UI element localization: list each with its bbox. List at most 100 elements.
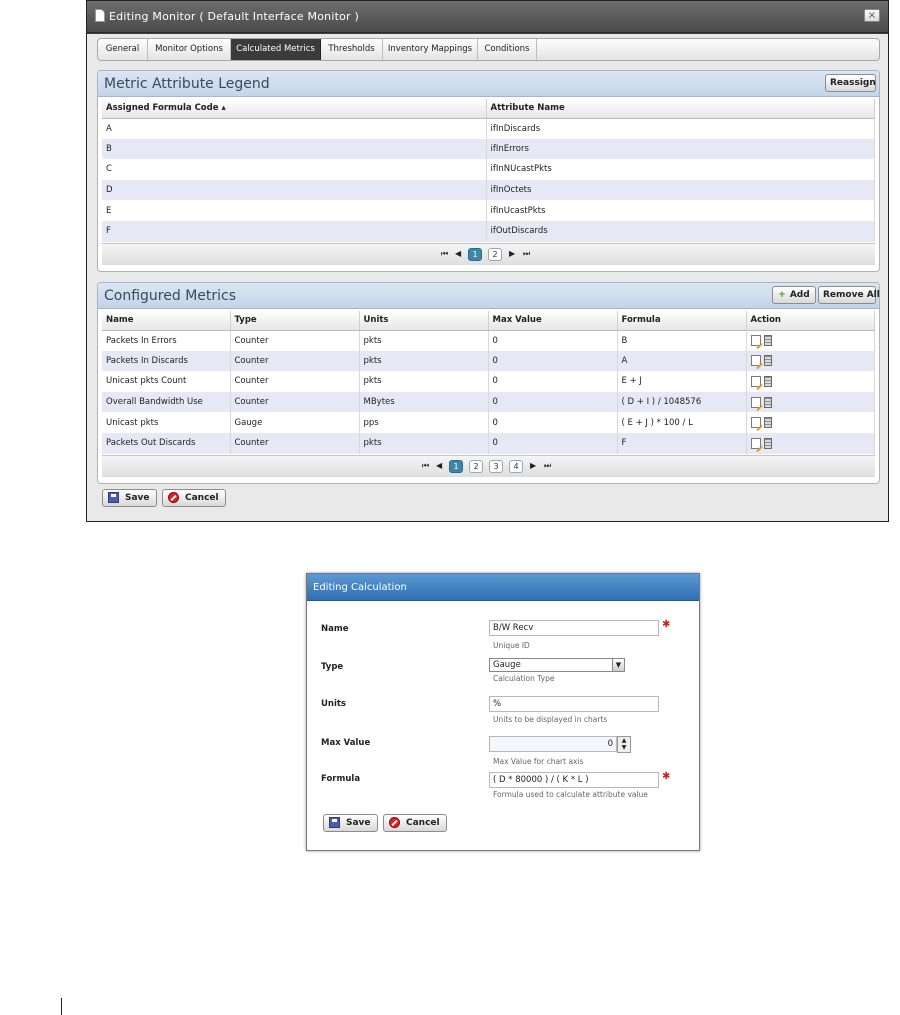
table-row[interactable]: Packets In Discards Counter pkts 0 A bbox=[102, 350, 875, 372]
column-header-formula-code[interactable]: Assigned Formula Code ▴ bbox=[102, 99, 487, 119]
remove-all-button[interactable]: Remove All bbox=[818, 286, 880, 304]
tab-bar: General Monitor Options Calculated Metri… bbox=[97, 38, 880, 61]
page-number[interactable]: 3 bbox=[489, 460, 503, 473]
page-number[interactable]: 2 bbox=[469, 460, 483, 473]
legend-pager: ⏮ ◀ 1 2 ▶ ⏭ bbox=[102, 243, 875, 265]
last-page-icon[interactable]: ⏭ bbox=[523, 249, 530, 259]
column-header-attribute-name[interactable]: Attribute Name bbox=[486, 99, 875, 119]
tab-thresholds[interactable]: Thresholds bbox=[321, 39, 383, 60]
column-header-formula[interactable]: Formula bbox=[617, 311, 747, 331]
page-number[interactable]: 1 bbox=[468, 248, 482, 261]
column-header-units[interactable]: Units bbox=[359, 311, 489, 331]
table-row[interactable]: Packets Out Discards Counter pkts 0 F bbox=[102, 432, 875, 454]
delete-icon[interactable] bbox=[763, 375, 772, 387]
table-row[interactable]: Unicast pkts Count Counter pkts 0 E + J bbox=[102, 371, 875, 392]
column-header-name[interactable]: Name bbox=[102, 311, 231, 331]
next-page-icon[interactable]: ▶ bbox=[509, 249, 515, 258]
page-number[interactable]: 2 bbox=[488, 248, 502, 261]
metric-attribute-legend-panel: Metric Attribute Legend Reassign Assigne… bbox=[97, 70, 880, 272]
metric-type: Gauge bbox=[230, 412, 360, 433]
formula-help: Formula used to calculate attribute valu… bbox=[493, 790, 648, 799]
close-icon[interactable]: × bbox=[864, 9, 880, 22]
edit-icon[interactable] bbox=[750, 355, 761, 367]
table-row[interactable]: Overall Bandwidth Use Counter MBytes 0 (… bbox=[102, 391, 875, 413]
delete-icon[interactable] bbox=[763, 396, 772, 408]
metrics-pager: ⏮ ◀ 1 2 3 4 ▶ ⏭ bbox=[102, 455, 875, 477]
table-row[interactable]: Unicast pkts Gauge pps 0 ( E + J ) * 100… bbox=[102, 412, 875, 433]
edit-icon[interactable] bbox=[750, 375, 761, 387]
edit-icon[interactable] bbox=[750, 437, 761, 449]
table-row[interactable]: BifInErrors bbox=[102, 138, 875, 160]
attribute-name: ifOutDiscards bbox=[486, 220, 875, 242]
cancel-button[interactable]: Cancel bbox=[383, 814, 447, 832]
metric-units: pkts bbox=[359, 371, 489, 392]
tab-conditions[interactable]: Conditions bbox=[478, 39, 537, 60]
table-row[interactable]: Packets In Errors Counter pkts 0 B bbox=[102, 330, 875, 351]
metric-formula: A bbox=[617, 350, 747, 372]
delete-icon[interactable] bbox=[763, 335, 772, 347]
window-titlebar[interactable]: Editing Monitor ( Default Interface Moni… bbox=[87, 1, 888, 33]
row-actions bbox=[746, 350, 875, 372]
table-row[interactable]: FifOutDiscards bbox=[102, 220, 875, 242]
first-page-icon[interactable]: ⏮ bbox=[422, 461, 429, 471]
formula-code: D bbox=[102, 179, 487, 201]
next-page-icon[interactable]: ▶ bbox=[530, 461, 536, 470]
last-page-icon[interactable]: ⏭ bbox=[544, 461, 551, 471]
attribute-name: ifInUcastPkts bbox=[486, 200, 875, 221]
delete-icon[interactable] bbox=[763, 355, 772, 367]
row-actions bbox=[746, 371, 875, 392]
tab-calculated-metrics[interactable]: Calculated Metrics bbox=[231, 39, 321, 60]
panel-header: Metric Attribute Legend Reassign bbox=[98, 71, 879, 97]
tab-monitor-options[interactable]: Monitor Options bbox=[148, 39, 231, 60]
row-actions bbox=[746, 432, 875, 454]
save-icon bbox=[108, 492, 119, 503]
metric-max-value: 0 bbox=[488, 371, 618, 392]
edit-icon[interactable] bbox=[750, 396, 761, 408]
edit-icon[interactable] bbox=[750, 417, 761, 429]
metric-max-value: 0 bbox=[488, 330, 618, 351]
edit-icon[interactable] bbox=[750, 335, 761, 347]
page-number[interactable]: 4 bbox=[509, 460, 523, 473]
page-margin-rule bbox=[61, 998, 62, 1015]
save-button[interactable]: Save bbox=[102, 489, 157, 507]
dialog-titlebar[interactable]: Editing Calculation bbox=[307, 574, 699, 601]
metric-max-value: 0 bbox=[488, 391, 618, 413]
metric-name: Packets In Discards bbox=[102, 350, 231, 372]
first-page-icon[interactable]: ⏮ bbox=[441, 249, 448, 259]
add-button[interactable]: + Add bbox=[772, 286, 816, 304]
chevron-down-icon[interactable]: ▼ bbox=[612, 659, 624, 671]
metric-name: Unicast pkts bbox=[102, 412, 231, 433]
name-field[interactable]: B/W Recv bbox=[489, 620, 659, 636]
tab-general[interactable]: General bbox=[98, 39, 148, 60]
delete-icon[interactable] bbox=[763, 417, 772, 429]
save-button[interactable]: Save bbox=[323, 814, 378, 832]
delete-icon[interactable] bbox=[763, 437, 772, 449]
type-select[interactable]: Gauge ▼ bbox=[489, 658, 625, 672]
units-field[interactable]: % bbox=[489, 696, 659, 712]
column-header-type[interactable]: Type bbox=[230, 311, 360, 331]
cancel-button[interactable]: Cancel bbox=[162, 489, 226, 507]
table-row[interactable]: AifInDiscards bbox=[102, 118, 875, 139]
attribute-name: ifInErrors bbox=[486, 138, 875, 160]
configured-metrics-panel: Configured Metrics + Add Remove All Name … bbox=[97, 282, 880, 484]
table-row[interactable]: EifInUcastPkts bbox=[102, 200, 875, 221]
formula-field[interactable]: ( D * 80000 ) / ( K * L ) bbox=[489, 772, 659, 788]
type-label: Type bbox=[321, 662, 344, 672]
reassign-button[interactable]: Reassign bbox=[825, 74, 876, 92]
editing-calculation-dialog: Editing Calculation Name B/W Recv ✱ Uniq… bbox=[306, 573, 700, 851]
window-body: General Monitor Options Calculated Metri… bbox=[87, 34, 888, 521]
table-row[interactable]: DifInOctets bbox=[102, 179, 875, 201]
prev-page-icon[interactable]: ◀ bbox=[455, 249, 461, 258]
attribute-name: ifInDiscards bbox=[486, 118, 875, 139]
page-number[interactable]: 1 bbox=[449, 460, 463, 473]
table-row[interactable]: CifInNUcastPkts bbox=[102, 159, 875, 180]
max-value-field[interactable]: 0 bbox=[489, 736, 617, 752]
tab-inventory-mappings[interactable]: Inventory Mappings bbox=[383, 39, 478, 60]
stepper-icon[interactable]: ▲ ▼ bbox=[617, 736, 631, 753]
column-header-max-value[interactable]: Max Value bbox=[488, 311, 618, 331]
prev-page-icon[interactable]: ◀ bbox=[436, 461, 442, 470]
panel-header: Configured Metrics + Add Remove All bbox=[98, 283, 880, 309]
metric-name: Packets Out Discards bbox=[102, 432, 231, 454]
column-header-action: Action bbox=[746, 311, 875, 331]
editing-monitor-window: Editing Monitor ( Default Interface Moni… bbox=[86, 0, 889, 522]
